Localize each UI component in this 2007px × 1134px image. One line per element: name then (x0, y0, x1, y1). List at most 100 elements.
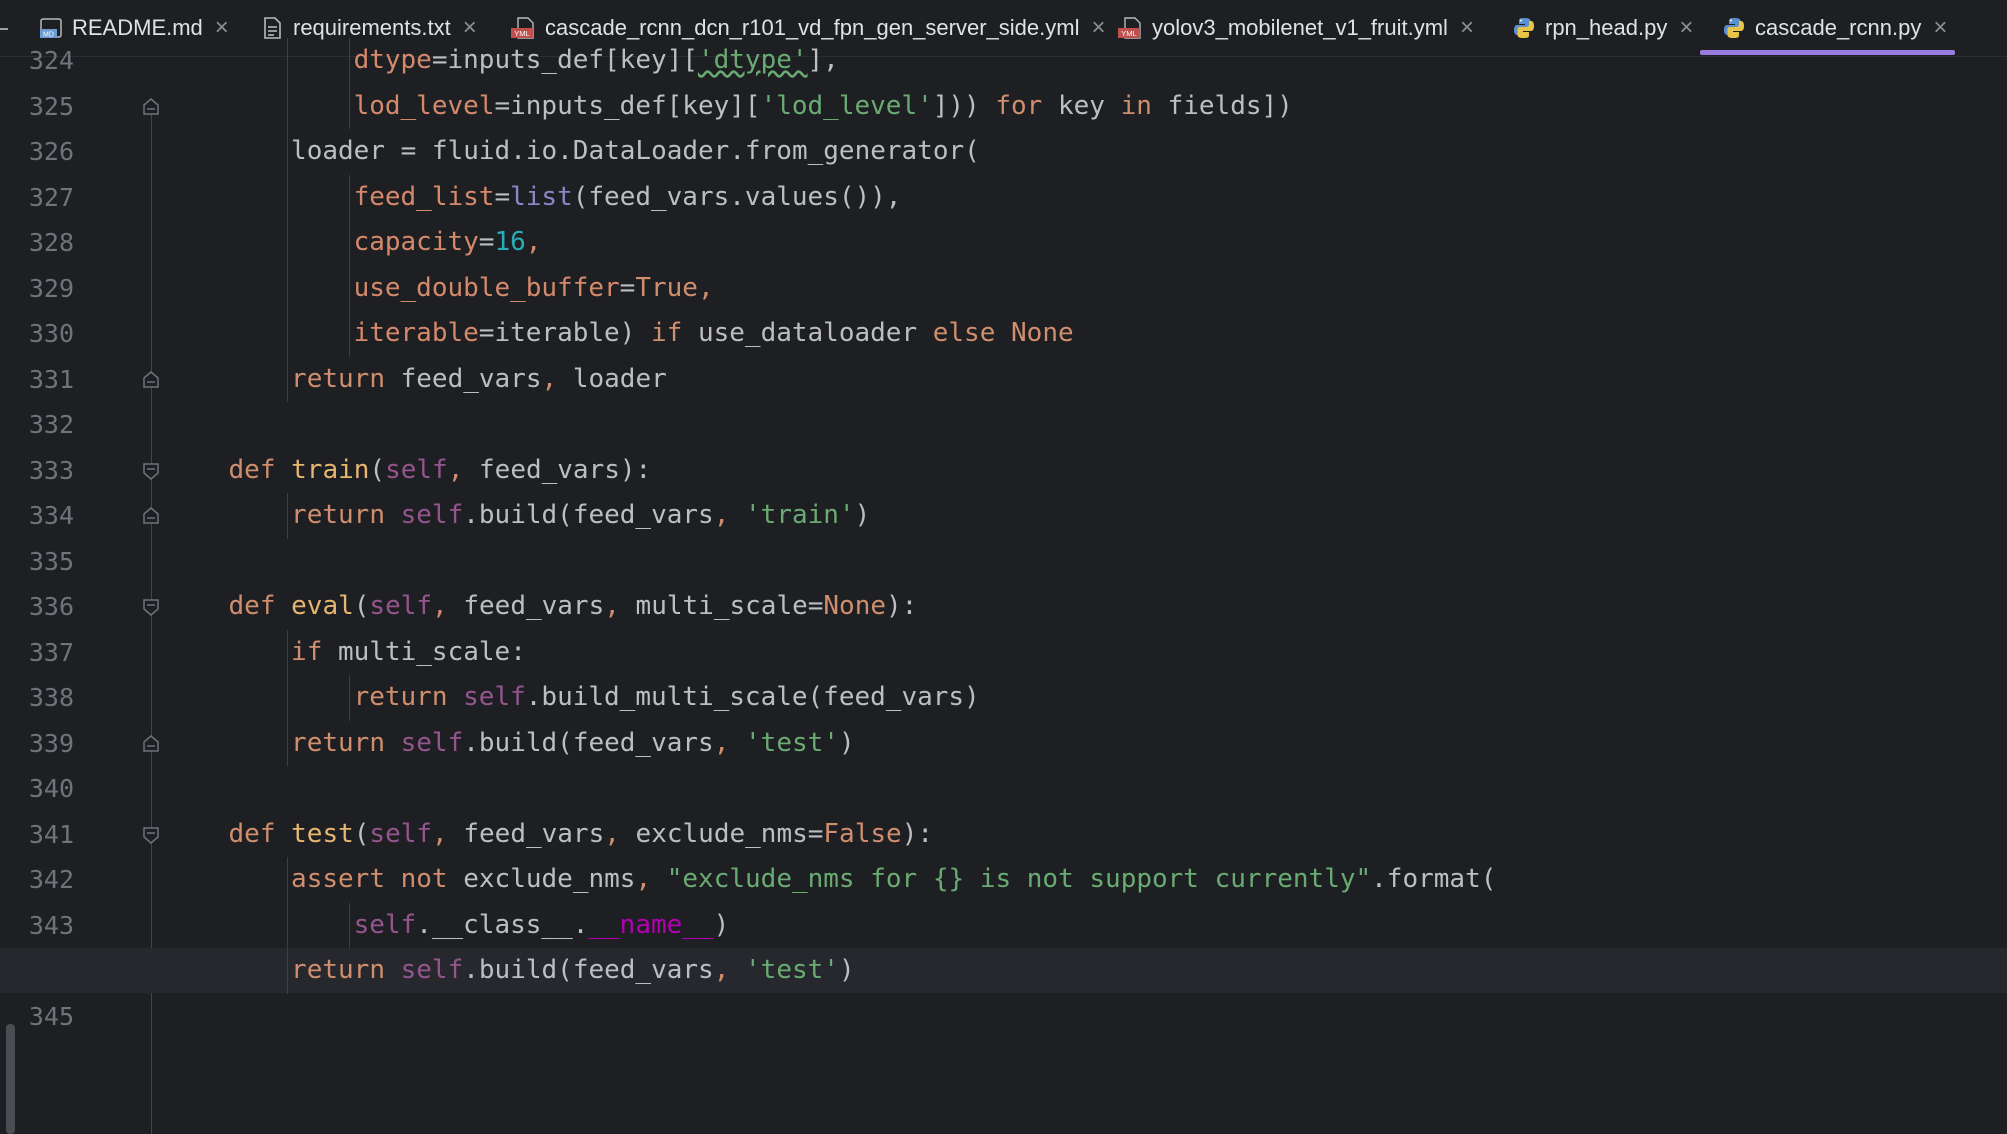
code-line[interactable]: def eval(self, feed_vars, multi_scale=No… (0, 584, 2007, 629)
code-line[interactable]: def train(self, feed_vars): (0, 448, 2007, 493)
code-token: , (635, 864, 652, 894)
code-area[interactable]: dtype=inputs_def[key]['dtype'], lod_level… (0, 38, 2007, 1078)
code-token: , (713, 500, 730, 530)
svg-text:YML: YML (1121, 29, 1136, 38)
code-token: None (1011, 318, 1074, 348)
indent-guide (349, 38, 351, 84)
code-token: exclude_nms (447, 864, 636, 894)
code-line[interactable] (0, 402, 2007, 447)
indent-guide (349, 220, 351, 266)
code-token: , (604, 591, 620, 621)
code-token: True, (635, 272, 714, 303)
code-token: = (494, 181, 511, 212)
code-text: self.__class__.__name__) (354, 908, 730, 942)
code-token: self (353, 909, 417, 940)
code-line[interactable]: dtype=inputs_def[key]['dtype'], (0, 38, 2007, 84)
code-line[interactable]: capacity=16, (0, 220, 2007, 266)
code-token: multi_scale: (322, 636, 526, 667)
indent-guide (286, 857, 288, 903)
code-token: lod_level (353, 90, 495, 121)
code-token: exclude_nms= (619, 818, 824, 849)
code-line[interactable]: lod_level=inputs_def[key]['lod_level']))… (0, 83, 2007, 129)
code-line[interactable]: iterable=iterable) if use_dataloader els… (0, 311, 2007, 357)
code-line[interactable]: loader = fluid.io.DataLoader.from_genera… (0, 129, 2007, 175)
code-line[interactable]: use_double_buffer=True, (0, 265, 2007, 311)
indent-guide (286, 83, 288, 129)
code-token: test (291, 818, 354, 849)
code-text: return feed_vars, loader (291, 362, 667, 396)
code-token: eval (291, 591, 354, 621)
close-icon[interactable]: × (463, 16, 477, 40)
code-text: lod_level=inputs_def[key]['lod_level']))… (354, 89, 1293, 123)
code-token: list (510, 181, 573, 212)
code-line[interactable]: return self.build(feed_vars, 'train') (0, 493, 2007, 539)
code-token: 'train' (745, 500, 855, 530)
indent-guide (349, 311, 351, 357)
code-token: .build(feed_vars (463, 955, 714, 985)
code-token: dtype (353, 45, 432, 75)
code-text: def eval(self, feed_vars, multi_scale=No… (229, 589, 918, 623)
close-icon[interactable]: × (215, 16, 229, 40)
code-token: .build(feed_vars (463, 727, 714, 758)
code-line[interactable]: return self.build_multi_scale(feed_vars) (0, 675, 2007, 721)
code-line[interactable] (0, 994, 2007, 1039)
code-token: in (1120, 90, 1152, 121)
close-icon[interactable]: × (1460, 16, 1474, 40)
indent-guide (349, 174, 351, 220)
indent-guide (286, 174, 288, 220)
code-text: def test(self, feed_vars, exclude_nms=Fa… (229, 817, 933, 851)
svg-text:YML: YML (514, 29, 529, 38)
code-token: return (291, 727, 385, 758)
code-line[interactable]: def test(self, feed_vars, exclude_nms=Fa… (0, 812, 2007, 857)
code-token: return (353, 682, 448, 712)
code-token: =iterable) (478, 318, 651, 348)
code-token: (feed_vars.values()), (572, 181, 902, 212)
code-editor-window: MD README.md × requirements.txt × YML cascade_… (0, 0, 2007, 1134)
indent-guide (286, 356, 288, 402)
code-token: , (525, 227, 542, 257)
code-line[interactable] (0, 539, 2007, 584)
code-line[interactable]: return self.build(feed_vars, 'test') (0, 948, 2007, 994)
indent-guide (286, 129, 288, 175)
code-token: capacity (353, 227, 479, 257)
code-line[interactable]: return feed_vars, loader (0, 356, 2007, 402)
code-token: if (650, 318, 683, 348)
code-text: return self.build_multi_scale(feed_vars) (354, 680, 980, 714)
indent-guide (286, 265, 288, 311)
indent-guide (286, 220, 288, 266)
code-token: 16 (494, 227, 526, 257)
code-line[interactable] (0, 766, 2007, 811)
indent-guide (349, 902, 351, 948)
code-token: None (823, 591, 887, 621)
code-token: for (995, 90, 1043, 121)
indent-guide (349, 265, 351, 311)
code-token: feed_vars (447, 818, 605, 849)
code-line[interactable]: feed_list=list(feed_vars.values()), (0, 174, 2007, 220)
indent-guide (286, 675, 288, 721)
code-token: , (713, 727, 730, 758)
code-token: fields]) (1151, 90, 1293, 121)
code-line[interactable]: assert not exclude_nms, "exclude_nms for… (0, 857, 2007, 903)
code-line[interactable]: self.__class__.__name__) (0, 902, 2007, 948)
code-token: feed_vars): (463, 454, 652, 485)
code-token: feed_vars (447, 591, 605, 621)
close-icon[interactable]: × (1679, 16, 1693, 40)
code-token: , (713, 955, 730, 985)
code-token: feed_list (353, 181, 495, 212)
code-token: .format( (1371, 864, 1497, 894)
code-token: train (291, 454, 370, 485)
code-text: return self.build(feed_vars, 'test') (291, 953, 855, 987)
close-icon[interactable]: × (1091, 16, 1105, 40)
code-token: .build_multi_scale(feed_vars) (525, 682, 980, 712)
code-token: self (369, 591, 433, 621)
code-line[interactable]: return self.build(feed_vars, 'test') (0, 720, 2007, 766)
code-token: multi_scale= (619, 591, 824, 621)
code-line[interactable]: if multi_scale: (0, 629, 2007, 675)
close-icon[interactable]: × (1933, 16, 1947, 40)
